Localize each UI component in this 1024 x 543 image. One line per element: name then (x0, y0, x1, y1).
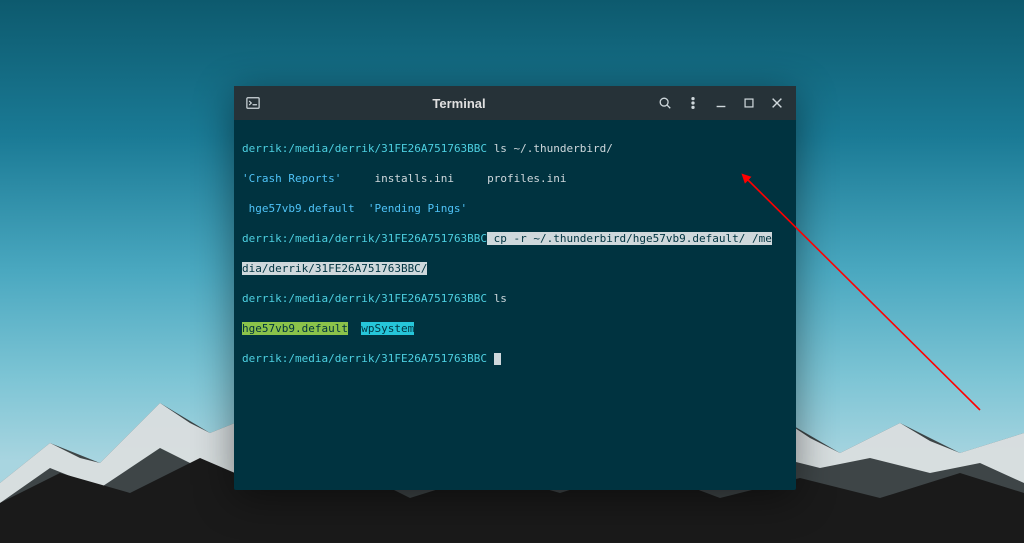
output-line: derrik:/media/derrik/31FE26A751763BBC ls… (242, 141, 788, 156)
menu-icon[interactable] (682, 92, 704, 114)
selected-text: cp -r ~/.thunderbird/hge57vb9.default/ /… (487, 232, 772, 245)
highlighted-dir: hge57vb9.default (242, 322, 348, 335)
output-line: 'Crash Reports' installs.ini profiles.in… (242, 171, 788, 186)
minimize-button[interactable] (710, 92, 732, 114)
highlighted-dir: wpSystem (361, 322, 414, 335)
window-title: Terminal (270, 96, 648, 111)
terminal-window: Terminal derrik:/media/derrik/31FE26A751… (234, 86, 796, 490)
close-button[interactable] (766, 92, 788, 114)
output-line: hge57vb9.default wpSystem (242, 321, 788, 336)
output-line: derrik:/media/derrik/31FE26A751763BBC cp… (242, 231, 788, 246)
titlebar[interactable]: Terminal (234, 86, 796, 120)
maximize-button[interactable] (738, 92, 760, 114)
terminal-output[interactable]: derrik:/media/derrik/31FE26A751763BBC ls… (234, 120, 796, 490)
output-line: dia/derrik/31FE26A751763BBC/ (242, 261, 788, 276)
cursor (494, 353, 501, 365)
selected-text: dia/derrik/31FE26A751763BBC/ (242, 262, 427, 275)
output-line: hge57vb9.default 'Pending Pings' (242, 201, 788, 216)
output-line: derrik:/media/derrik/31FE26A751763BBC ls (242, 291, 788, 306)
output-line: derrik:/media/derrik/31FE26A751763BBC (242, 351, 788, 366)
search-icon[interactable] (654, 92, 676, 114)
app-icon (242, 92, 264, 114)
